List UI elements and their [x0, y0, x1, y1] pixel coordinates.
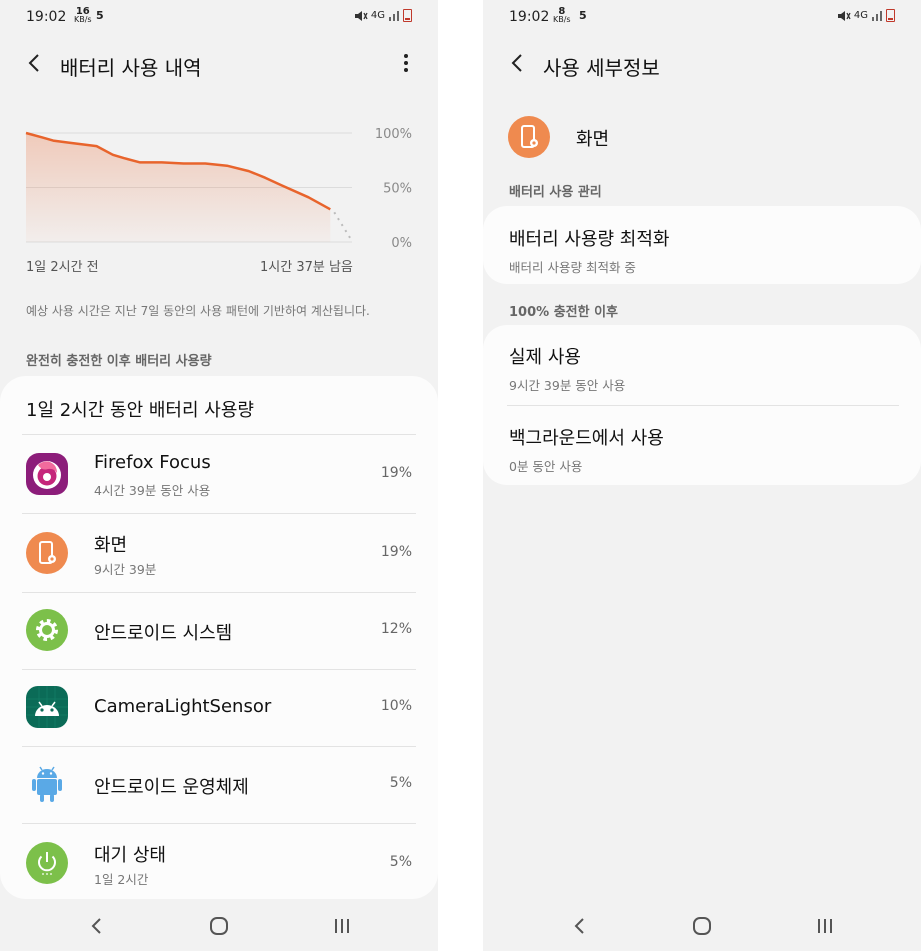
section-header-since-charge: 100% 충전한 이후: [509, 305, 619, 320]
divider: [507, 405, 899, 406]
app-usage-time: 1일 2시간: [94, 872, 149, 887]
battery-icon: [403, 9, 412, 22]
actual-usage-time: 9시간 39분 동안 사용: [509, 378, 626, 393]
status-icons: 4G: [354, 9, 412, 22]
screen-icon: [508, 116, 550, 158]
battery-management-card: 배터리 사용량 최적화 배터리 사용량 최적화 중: [483, 206, 921, 284]
actual-usage-item: 실제 사용 9시간 39분 동안 사용: [509, 343, 921, 394]
app-name: 화면: [94, 535, 128, 556]
app-name: 대기 상태: [94, 845, 166, 866]
nav-home-icon[interactable]: [687, 913, 717, 939]
app-name: 안드로이드 운영체제: [94, 777, 249, 798]
mute-icon: [837, 10, 851, 21]
app-row-standby[interactable]: 대기 상태 1일 2시간 5%: [0, 823, 438, 902]
app-percent: 5%: [389, 854, 412, 870]
android-os-icon: [32, 766, 62, 802]
nav-recents-icon[interactable]: [810, 913, 840, 939]
app-name: Firefox Focus: [94, 452, 211, 473]
section-header: 완전히 충전한 이후 배터리 사용량: [26, 354, 212, 369]
background-usage-title: 백그라운드에서 사용: [509, 428, 664, 449]
status-time: 19:02: [509, 9, 550, 25]
prediction-line: [333, 211, 353, 242]
optimize-battery-status: 배터리 사용량 최적화 중: [509, 260, 636, 275]
navigation-bar: [0, 899, 438, 951]
page-title: 사용 세부정보: [543, 56, 660, 80]
nav-back-icon[interactable]: [82, 913, 112, 939]
network-type: 4G: [853, 10, 868, 21]
app-row-screen[interactable]: 화면 9시간 39분 19%: [0, 513, 438, 592]
battery-chart: 100% 50% 0%: [25, 127, 412, 250]
standby-icon: [26, 842, 68, 884]
signal-icon: [389, 11, 399, 21]
app-percent: 12%: [380, 621, 412, 637]
screen-icon: [26, 532, 68, 574]
back-icon[interactable]: [22, 50, 48, 76]
nav-home-icon[interactable]: [204, 913, 234, 939]
app-percent: 19%: [380, 465, 412, 481]
app-usage-card: 1일 2시간 동안 배터리 사용량 Firefox Focus 4시간 39분 …: [0, 376, 438, 899]
app-usage-time: 4시간 39분 동안 사용: [94, 483, 211, 498]
estimate-note: 예상 사용 시간은 지난 7일 동안의 사용 패턴에 기반하여 계산됩니다.: [26, 304, 370, 318]
app-name: CameraLightSensor: [94, 696, 272, 717]
nav-back-icon[interactable]: [565, 913, 595, 939]
y-tick-label: 50%: [383, 182, 412, 197]
status-time: 19:02: [26, 9, 67, 25]
nav-recents-icon[interactable]: [327, 913, 357, 939]
status-icons: 4G: [837, 9, 895, 22]
app-percent: 5%: [389, 775, 412, 791]
android-app-icon: [26, 686, 68, 728]
card-title: 1일 2시간 동안 배터리 사용량: [26, 400, 254, 421]
section-header-battery-management: 배터리 사용 관리: [509, 185, 602, 200]
app-name: 안드로이드 시스템: [94, 623, 233, 644]
back-icon[interactable]: [505, 50, 531, 76]
optimize-battery-title: 배터리 사용량 최적화: [509, 229, 670, 250]
notification-count: 5: [579, 9, 587, 22]
app-name: 화면: [576, 129, 610, 150]
background-usage-item: 백그라운드에서 사용 0분 동안 사용: [509, 424, 921, 475]
usage-details-screen: 19:02 8 KB/s 5 4G 사용 세부정보 화면 배터리 사용 관리 배터…: [483, 0, 921, 951]
y-tick-label: 100%: [375, 127, 412, 142]
more-options-icon[interactable]: [396, 50, 416, 76]
app-usage-time: 9시간 39분: [94, 562, 157, 577]
actual-usage-title: 실제 사용: [509, 347, 581, 368]
mute-icon: [354, 10, 368, 21]
network-speed: 8 KB/s: [553, 6, 571, 24]
firefox-focus-icon: [26, 453, 68, 495]
chart-x-end-label: 1시간 37분 남음: [260, 260, 353, 275]
android-system-icon: [26, 609, 68, 651]
notification-count: 5: [96, 9, 104, 22]
y-tick-label: 0%: [391, 236, 412, 250]
status-bar: 19:02 8 KB/s 5 4G: [483, 0, 921, 34]
battery-usage-screen: 19:02 16 KB/s 5 4G 배터리 사용 내역 100% 50% 0% 1일…: [0, 0, 438, 951]
network-type: 4G: [370, 10, 385, 21]
app-row-android-os[interactable]: 안드로이드 운영체제 5%: [0, 746, 438, 823]
app-percent: 19%: [380, 544, 412, 560]
signal-icon: [872, 11, 882, 21]
app-row-firefox-focus[interactable]: Firefox Focus 4시간 39분 동안 사용 19%: [0, 434, 438, 513]
background-usage-time: 0분 동안 사용: [509, 459, 583, 474]
app-row-android-system[interactable]: 안드로이드 시스템 12%: [0, 592, 438, 669]
chart-x-start-label: 1일 2시간 전: [26, 260, 99, 275]
navigation-bar: [483, 899, 921, 951]
battery-icon: [886, 9, 895, 22]
network-speed: 16 KB/s: [74, 6, 92, 24]
status-bar: 19:02 16 KB/s 5 4G: [0, 0, 438, 34]
app-bar: 배터리 사용 내역: [0, 42, 438, 86]
app-percent: 10%: [380, 698, 412, 714]
optimize-battery-item[interactable]: 배터리 사용량 최적화 배터리 사용량 최적화 중: [509, 225, 921, 276]
app-row-camera-light-sensor[interactable]: CameraLightSensor 10%: [0, 669, 438, 746]
usage-card: 실제 사용 9시간 39분 동안 사용 백그라운드에서 사용 0분 동안 사용: [483, 325, 921, 485]
app-bar: 사용 세부정보: [483, 42, 921, 86]
page-title: 배터리 사용 내역: [60, 56, 202, 80]
